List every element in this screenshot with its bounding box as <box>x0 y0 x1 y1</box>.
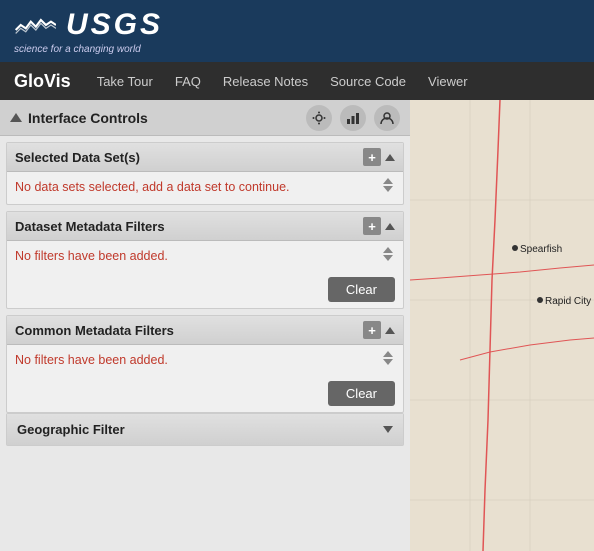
selected-datasets-title: Selected Data Set(s) <box>15 150 140 165</box>
collapse-dataset-meta-icon <box>385 223 395 230</box>
dataset-meta-title-left: Dataset Metadata Filters <box>15 219 165 234</box>
usgs-tagline: science for a changing world <box>14 44 141 55</box>
dataset-meta-header-right: + <box>363 217 395 235</box>
collapse-dataset-icon <box>385 154 395 161</box>
section-title-left: Selected Data Set(s) <box>15 150 140 165</box>
dataset-meta-clear-row: Clear <box>7 273 403 308</box>
scroll-down-arrow[interactable] <box>383 186 393 192</box>
add-common-filter-button[interactable]: + <box>363 321 381 339</box>
collapse-icon <box>10 113 22 122</box>
selected-datasets-body: No data sets selected, add a data set to… <box>7 172 403 204</box>
left-panel: Interface Controls <box>0 100 410 551</box>
nav-take-tour[interactable]: Take Tour <box>97 74 153 89</box>
common-metadata-header[interactable]: Common Metadata Filters + <box>7 316 403 345</box>
dataset-meta-clear-button[interactable]: Clear <box>328 277 395 302</box>
map-svg: Spearfish Rapid City <box>410 100 594 551</box>
selected-datasets-header[interactable]: Selected Data Set(s) + <box>7 143 403 172</box>
no-common-filters-message: No filters have been added. <box>15 351 377 369</box>
common-meta-scroll-up[interactable] <box>383 351 393 357</box>
add-dataset-filter-button[interactable]: + <box>363 217 381 235</box>
section-header-right: + <box>363 148 395 166</box>
no-dataset-filters-message: No filters have been added. <box>15 247 377 265</box>
interface-controls-title: Interface Controls <box>10 110 148 126</box>
common-meta-clear-row: Clear <box>7 377 403 412</box>
svg-text:Rapid City: Rapid City <box>545 296 591 307</box>
selected-datasets-section: Selected Data Set(s) + No data sets sele… <box>6 142 404 205</box>
common-meta-title-left: Common Metadata Filters <box>15 323 174 338</box>
dataset-meta-scrollbar <box>381 247 395 265</box>
common-meta-scroll-down[interactable] <box>383 359 393 365</box>
nav-source-code[interactable]: Source Code <box>330 74 406 89</box>
nav-bar: GloVis Take Tour FAQ Release Notes Sourc… <box>0 62 594 100</box>
add-dataset-button[interactable]: + <box>363 148 381 166</box>
common-metadata-title: Common Metadata Filters <box>15 323 174 338</box>
geographic-filter-header[interactable]: Geographic Filter <box>7 414 403 445</box>
dataset-meta-scroll-down[interactable] <box>383 255 393 261</box>
nav-viewer[interactable]: Viewer <box>428 74 468 89</box>
chart-icon[interactable] <box>340 105 366 131</box>
dataset-metadata-title: Dataset Metadata Filters <box>15 219 165 234</box>
nav-faq[interactable]: FAQ <box>175 74 201 89</box>
geographic-filter-section: Geographic Filter <box>6 413 404 446</box>
map-area[interactable]: Spearfish Rapid City <box>410 100 594 551</box>
interface-controls-header[interactable]: Interface Controls <box>0 100 410 136</box>
usgs-logo-icon: USGS <box>14 8 163 42</box>
usgs-text: USGS <box>66 8 163 42</box>
collapse-common-meta-icon <box>385 327 395 334</box>
svg-text:Spearfish: Spearfish <box>520 244 562 255</box>
dataset-metadata-body: No filters have been added. <box>7 241 403 273</box>
common-metadata-section: Common Metadata Filters + No filters hav… <box>6 315 404 413</box>
nav-release-notes[interactable]: Release Notes <box>223 74 308 89</box>
common-metadata-body: No filters have been added. <box>7 345 403 377</box>
common-meta-scrollbar <box>381 351 395 369</box>
usgs-wave-icon <box>14 13 56 37</box>
usgs-header: USGS science for a changing world <box>0 0 594 62</box>
expand-geo-filter-icon <box>383 426 393 433</box>
main-area: Interface Controls <box>0 100 594 551</box>
scroll-bar <box>381 178 395 196</box>
usgs-logo: USGS science for a changing world <box>14 8 163 55</box>
geographic-filter-title: Geographic Filter <box>17 422 125 437</box>
dataset-meta-scroll-up[interactable] <box>383 247 393 253</box>
interface-icons <box>306 105 400 131</box>
common-meta-header-right: + <box>363 321 395 339</box>
settings-icon[interactable] <box>306 105 332 131</box>
interface-controls-label: Interface Controls <box>28 110 148 126</box>
scroll-up-arrow[interactable] <box>383 178 393 184</box>
user-icon[interactable] <box>374 105 400 131</box>
common-meta-clear-button[interactable]: Clear <box>328 381 395 406</box>
nav-brand: GloVis <box>14 71 71 92</box>
no-datasets-message: No data sets selected, add a data set to… <box>15 178 377 196</box>
dataset-metadata-header[interactable]: Dataset Metadata Filters + <box>7 212 403 241</box>
dataset-metadata-section: Dataset Metadata Filters + No filters ha… <box>6 211 404 309</box>
